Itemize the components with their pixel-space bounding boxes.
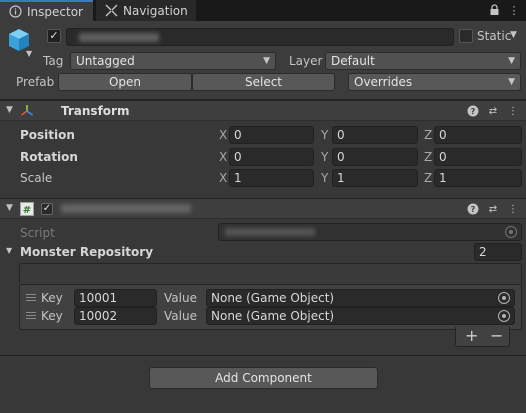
layer-value: Default [331, 54, 375, 68]
script-component-header[interactable]: ▼ # ✓ ? ⇄ ⋮ [0, 198, 526, 219]
tag-label: Tag [43, 54, 64, 68]
monster-repository-label: Monster Repository [20, 245, 154, 259]
add-component-button[interactable]: Add Component [149, 367, 378, 389]
foldout-arrow-icon[interactable]: ▼ [6, 105, 13, 115]
tab-navigation[interactable]: Navigation [96, 0, 196, 21]
foldout-arrow-icon[interactable]: ▼ [6, 246, 12, 255]
position-z-field[interactable]: 0 [434, 126, 522, 144]
value-object-field[interactable]: None (Game Object) [206, 289, 515, 307]
axis-x-label: X [219, 128, 228, 142]
layer-label: Layer [289, 54, 323, 68]
add-element-button[interactable]: + [465, 327, 478, 345]
object-picker-icon[interactable] [498, 310, 510, 322]
foldout-arrow-icon[interactable]: ▼ [6, 203, 13, 213]
prefab-label: Prefab [16, 75, 55, 89]
component-enabled-checkbox[interactable]: ✓ [41, 203, 53, 215]
transform-header[interactable]: ▼ Transform ? ⇄ ⋮ [0, 100, 526, 121]
divider [0, 355, 526, 356]
prefab-select-button[interactable]: Select [192, 73, 335, 91]
object-name-field[interactable] [66, 28, 454, 46]
axis-x-label: X [219, 150, 228, 164]
axis-y-label: Y [321, 171, 329, 185]
overrides-label: Overrides [354, 75, 413, 89]
chevron-down-icon: ▼ [263, 56, 270, 66]
static-checkbox[interactable] [459, 29, 473, 43]
icon-dropdown-caret[interactable]: ▼ [26, 49, 32, 58]
object-picker-icon [505, 226, 517, 238]
drag-handle-icon[interactable] [26, 294, 36, 301]
value-object-field[interactable]: None (Game Object) [206, 307, 515, 325]
transform-icon [20, 104, 34, 118]
script-label: Script [20, 226, 55, 240]
redacted-name [79, 33, 159, 42]
list-add-remove-bar: + − [455, 327, 510, 347]
more-options-icon[interactable]: ⋮ [506, 202, 520, 216]
rotation-x-field[interactable]: 0 [229, 148, 314, 166]
redacted-component-name [61, 204, 191, 213]
axis-y-label: Y [321, 150, 329, 164]
presets-icon[interactable]: ⇄ [486, 202, 500, 216]
svg-text:?: ? [471, 107, 476, 116]
list-size-field[interactable]: 2 [474, 243, 522, 261]
value-object-text: None (Game Object) [211, 291, 335, 305]
scale-x-field[interactable]: 1 [229, 169, 314, 187]
navigation-icon [104, 4, 118, 18]
value-label: Value [164, 309, 197, 323]
object-picker-icon[interactable] [498, 292, 510, 304]
help-icon[interactable]: ? [466, 202, 480, 216]
key-field[interactable]: 10002 [74, 307, 157, 325]
help-icon[interactable]: ? [466, 104, 480, 118]
scale-label: Scale [20, 171, 53, 185]
value-label: Value [164, 291, 197, 305]
position-x-field[interactable]: 0 [229, 126, 314, 144]
static-dropdown-caret[interactable]: ▼ [510, 30, 517, 40]
script-icon: # [20, 202, 34, 216]
script-field [218, 223, 522, 241]
axis-z-label: Z [424, 150, 433, 164]
position-label: Position [20, 128, 75, 142]
transform-title: Transform [61, 104, 130, 118]
chevron-down-icon: ▼ [508, 77, 515, 87]
tag-dropdown[interactable]: Untagged ▼ [70, 52, 276, 70]
static-label: Static [477, 29, 512, 43]
position-y-field[interactable]: 0 [332, 126, 418, 144]
object-header: ▼ ✓ Static ▼ Tag Untagged ▼ Layer Defaul… [0, 21, 526, 100]
svg-text:?: ? [471, 205, 476, 214]
more-options-icon[interactable]: ⋮ [507, 3, 521, 17]
tab-label: Inspector [27, 4, 83, 19]
layer-dropdown[interactable]: Default ▼ [325, 52, 521, 70]
axis-y-label: Y [321, 128, 329, 142]
rotation-label: Rotation [20, 150, 78, 164]
tab-label: Navigation [123, 3, 188, 18]
scale-y-field[interactable]: 1 [332, 169, 418, 187]
tab-bar: Inspector Navigation ⋮ [0, 0, 526, 21]
axis-x-label: X [219, 171, 228, 185]
key-label: Key [41, 309, 63, 323]
remove-element-button[interactable]: − [490, 327, 503, 345]
more-options-icon[interactable]: ⋮ [506, 104, 520, 118]
axis-z-label: Z [424, 128, 433, 142]
prefab-open-button[interactable]: Open [58, 73, 192, 91]
presets-icon[interactable]: ⇄ [486, 104, 500, 118]
tag-value: Untagged [76, 54, 135, 68]
rotation-z-field[interactable]: 0 [434, 148, 522, 166]
overrides-dropdown[interactable]: Overrides ▼ [348, 73, 521, 91]
drag-handle-icon[interactable] [26, 312, 36, 319]
svg-text:#: # [23, 205, 31, 216]
redacted-script-name [225, 228, 315, 236]
axis-z-label: Z [424, 171, 433, 185]
info-icon [8, 5, 22, 19]
key-field[interactable]: 10001 [74, 289, 157, 307]
key-label: Key [41, 291, 63, 305]
scale-z-field[interactable]: 1 [434, 169, 522, 187]
tab-inspector[interactable]: Inspector [0, 0, 93, 21]
chevron-down-icon: ▼ [508, 56, 515, 66]
active-checkbox[interactable]: ✓ [47, 29, 61, 43]
rotation-y-field[interactable]: 0 [332, 148, 418, 166]
lock-icon[interactable] [487, 3, 501, 17]
value-object-text: None (Game Object) [211, 309, 335, 323]
list-header [19, 263, 522, 284]
